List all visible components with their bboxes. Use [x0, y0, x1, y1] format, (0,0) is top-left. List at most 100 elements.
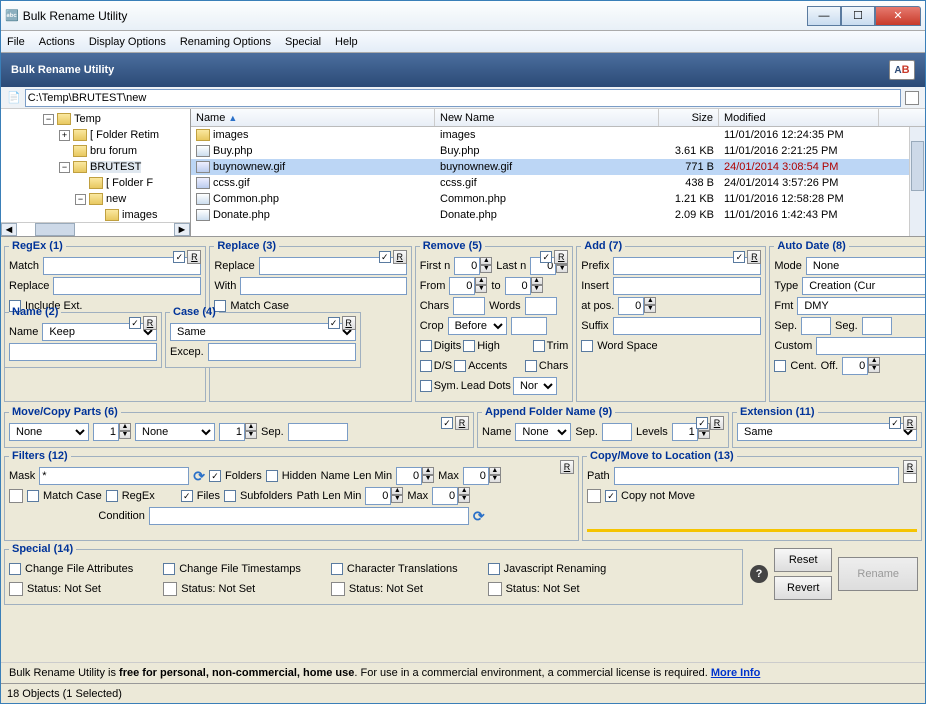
more-info-link[interactable]: More Info	[711, 667, 761, 679]
filter-plmax[interactable]: ▲▼	[432, 487, 470, 505]
remove-leaddots[interactable]: Non	[513, 377, 557, 395]
add-wordspace[interactable]	[581, 340, 593, 352]
remove-sym[interactable]	[420, 380, 432, 392]
sp-jr[interactable]	[488, 563, 500, 575]
col-modified[interactable]: Modified	[719, 109, 879, 126]
remove-accents[interactable]	[454, 360, 466, 372]
remove-high[interactable]	[463, 340, 475, 352]
file-row[interactable]: buynownew.gifbuynownew.gif771 B24/01/201…	[191, 159, 925, 175]
add-suffix[interactable]	[613, 317, 762, 335]
panel-ext-enable[interactable]: ✓	[889, 417, 901, 429]
panel-regex-enable[interactable]: ✓	[173, 251, 185, 263]
autodate-sep[interactable]	[801, 317, 831, 335]
tree-item[interactable]: −Temp	[3, 111, 188, 127]
browse-icon[interactable]	[905, 91, 919, 105]
col-name[interactable]: Name▲	[191, 109, 435, 126]
reset-button[interactable]: Reset	[774, 548, 832, 572]
remove-firstn[interactable]: ▲▼	[454, 257, 492, 275]
menu-file[interactable]: File	[7, 36, 25, 48]
panel-mc-enable[interactable]: ✓	[441, 417, 453, 429]
remove-chars2[interactable]	[525, 360, 537, 372]
tree-item[interactable]: −new	[3, 191, 188, 207]
panel-remove-reset[interactable]: R	[554, 250, 568, 264]
tree-item[interactable]: images	[3, 207, 188, 223]
panel-mc-reset[interactable]: R	[455, 416, 469, 430]
autodate-off[interactable]: ▲▼	[842, 357, 880, 375]
panel-name-reset[interactable]: R	[143, 316, 157, 330]
filter-folders[interactable]: ✓	[209, 470, 221, 482]
remove-to[interactable]: ▲▼	[505, 277, 543, 295]
file-vscroll[interactable]	[909, 127, 925, 236]
remove-ds[interactable]	[420, 360, 432, 372]
filter-hidden[interactable]	[266, 470, 278, 482]
tree-item[interactable]: bru forum	[3, 143, 188, 159]
ab-icon[interactable]: AB	[889, 60, 915, 80]
expand-icon[interactable]: −	[75, 194, 86, 205]
remove-words[interactable]	[525, 297, 557, 315]
panel-add-enable[interactable]: ✓	[733, 251, 745, 263]
filter-nlmax[interactable]: ▲▼	[463, 467, 501, 485]
mc-sep[interactable]	[288, 423, 348, 441]
condition-refresh-icon[interactable]: ⟳	[473, 508, 485, 525]
mc-sel1[interactable]: None	[9, 423, 89, 441]
menu-help[interactable]: Help	[335, 36, 358, 48]
revert-button[interactable]: Revert	[774, 576, 832, 600]
remove-trim[interactable]	[533, 340, 545, 352]
mc-n1[interactable]: ▲▼	[93, 423, 131, 441]
filter-matchcase[interactable]	[27, 490, 39, 502]
file-row[interactable]: Donate.phpDonate.php2.09 KB11/01/2016 1:…	[191, 207, 925, 223]
panel-af-enable[interactable]: ✓	[696, 417, 708, 429]
file-row[interactable]: imagesimages11/01/2016 12:24:35 PM	[191, 127, 925, 143]
file-row[interactable]: ccss.gifccss.gif438 B24/01/2014 3:57:26 …	[191, 175, 925, 191]
sp-ct-icon[interactable]	[331, 582, 345, 596]
sp-cfa-icon[interactable]	[9, 582, 23, 596]
help-icon[interactable]: ?	[750, 565, 768, 583]
panel-remove-enable[interactable]: ✓	[540, 251, 552, 263]
maximize-button[interactable]: ☐	[841, 6, 875, 26]
sp-jr-icon[interactable]	[488, 582, 502, 596]
panel-cm-reset[interactable]: R	[903, 460, 917, 474]
cm-icon[interactable]	[587, 489, 601, 503]
remove-from[interactable]: ▲▼	[449, 277, 487, 295]
filter-files[interactable]: ✓	[181, 490, 193, 502]
mc-n2[interactable]: ▲▼	[219, 423, 257, 441]
panel-name-enable[interactable]: ✓	[129, 317, 141, 329]
remove-digits[interactable]	[420, 340, 432, 352]
col-newname[interactable]: New Name	[435, 109, 659, 126]
af-name[interactable]: None	[515, 423, 571, 441]
autodate-mode[interactable]: None	[806, 257, 925, 275]
tree-item[interactable]: −BRUTEST	[3, 159, 188, 175]
filter-regex[interactable]	[106, 490, 118, 502]
remove-crop[interactable]: Before	[448, 317, 507, 335]
panel-filters-reset[interactable]: R	[560, 460, 574, 474]
cm-copynotmove[interactable]: ✓	[605, 490, 617, 502]
menu-special[interactable]: Special	[285, 36, 321, 48]
file-row[interactable]: Common.phpCommon.php1.21 KB11/01/2016 12…	[191, 191, 925, 207]
panel-case-enable[interactable]: ✓	[328, 317, 340, 329]
menu-renaming[interactable]: Renaming Options	[180, 36, 271, 48]
menu-display[interactable]: Display Options	[89, 36, 166, 48]
close-button[interactable]: ✕	[875, 6, 921, 26]
panel-add-reset[interactable]: R	[747, 250, 761, 264]
cm-path[interactable]	[614, 467, 899, 485]
autodate-seg[interactable]	[862, 317, 892, 335]
panel-ext-reset[interactable]: R	[903, 416, 917, 430]
path-input[interactable]	[25, 89, 901, 107]
panel-af-reset[interactable]: R	[710, 416, 724, 430]
remove-chars[interactable]	[453, 297, 485, 315]
add-atpos[interactable]: ▲▼	[618, 297, 656, 315]
name-text[interactable]	[9, 343, 157, 361]
minimize-button[interactable]: —	[807, 6, 841, 26]
col-size[interactable]: Size	[659, 109, 719, 126]
file-row[interactable]: Buy.phpBuy.php3.61 KB11/01/2016 2:21:25 …	[191, 143, 925, 159]
autodate-cent[interactable]	[774, 360, 786, 372]
remove-crop-text[interactable]	[511, 317, 547, 335]
filter-icon[interactable]	[9, 489, 23, 503]
expand-icon[interactable]: +	[59, 130, 70, 141]
up-icon[interactable]: 📄	[7, 91, 21, 104]
autodate-type[interactable]: Creation (Cur	[802, 277, 925, 295]
add-insert[interactable]	[613, 277, 762, 295]
file-list[interactable]: Name▲ New Name Size Modified imagesimage…	[191, 109, 925, 236]
expand-icon[interactable]: −	[43, 114, 54, 125]
filter-nlmin[interactable]: ▲▼	[396, 467, 434, 485]
